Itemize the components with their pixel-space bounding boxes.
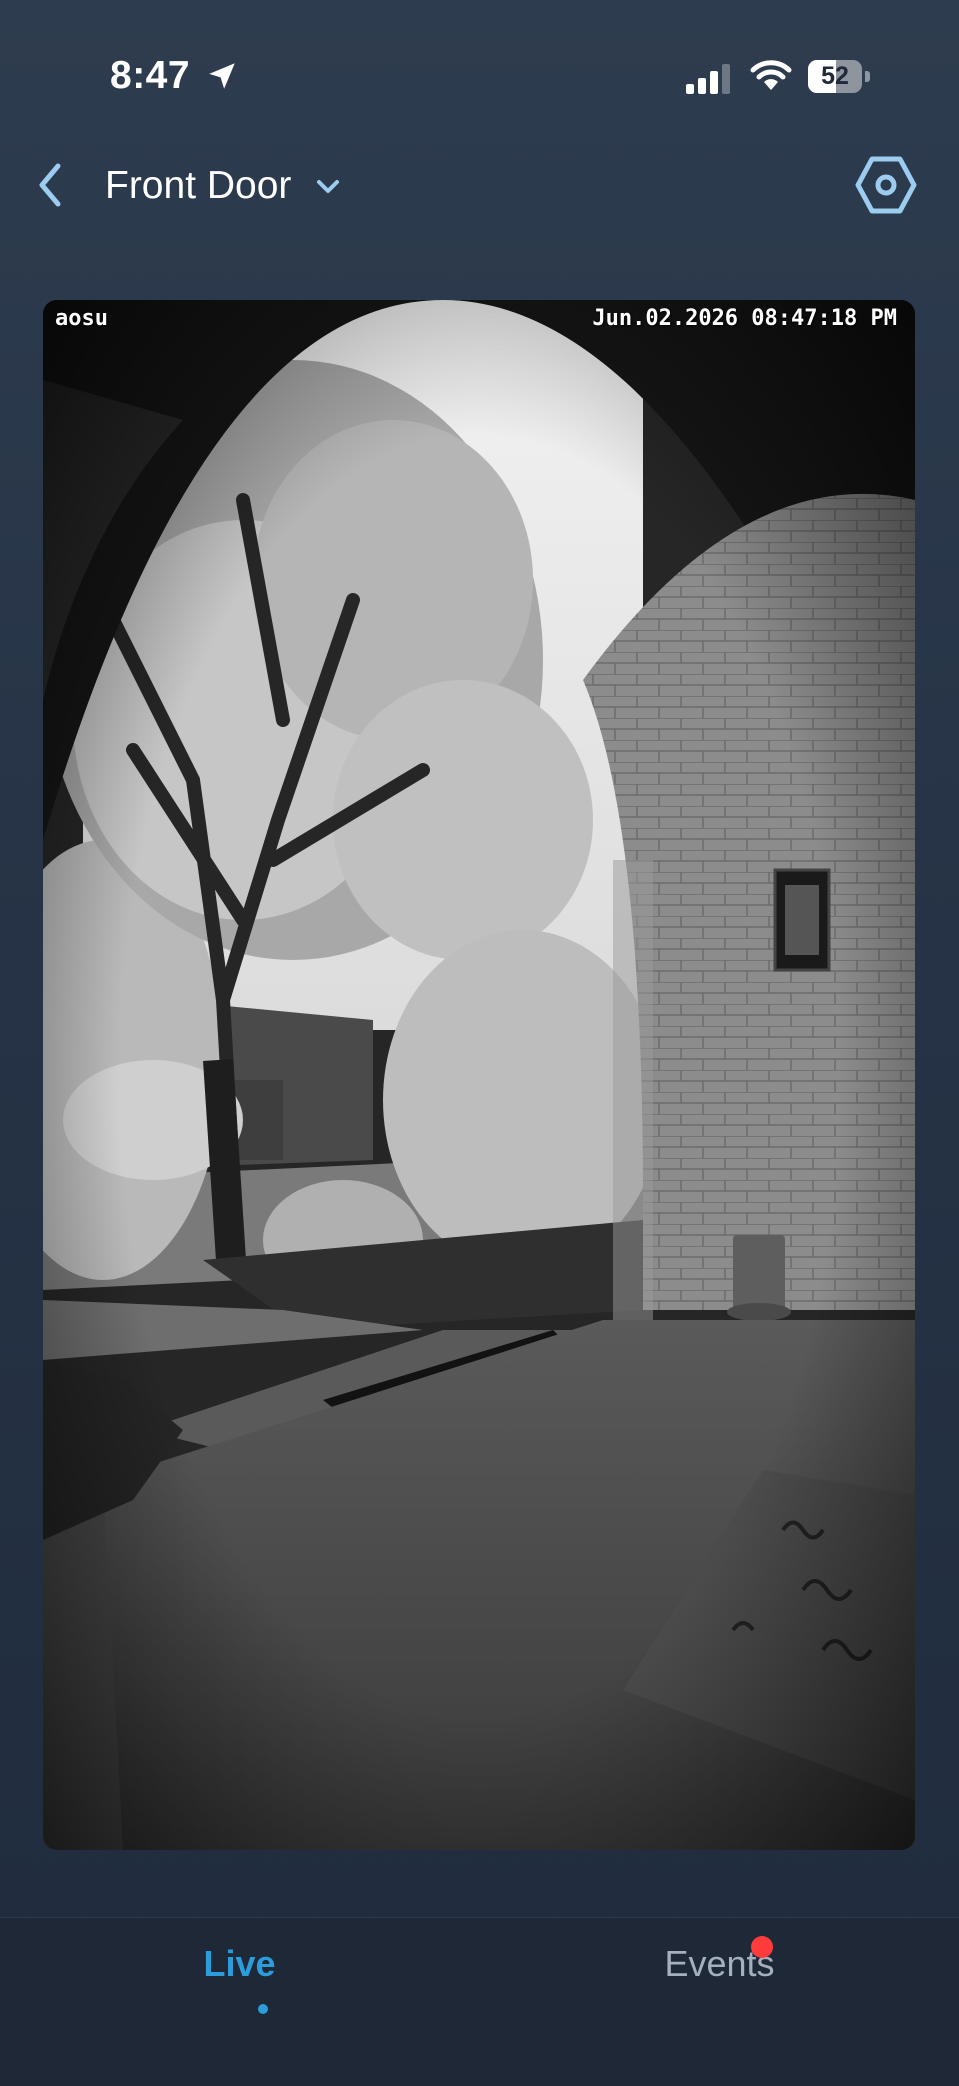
wifi-icon [750, 60, 792, 90]
location-arrow-icon [209, 63, 235, 89]
cellular-signal-icon [686, 64, 730, 94]
battery-level: 52 [821, 62, 849, 90]
tab-live-label: Live [203, 1943, 276, 1984]
live-view-screen: { "status_bar": { "time": "8:47", "batte… [0, 0, 959, 2086]
camera-timestamp: Jun.02.2026 08:47:18 PM [592, 306, 897, 331]
status-bar: 8:47 52 [0, 0, 959, 150]
device-title: Front Door [105, 164, 292, 207]
bottom-tab-bar: Live Events [0, 1917, 959, 2086]
battery-icon: 52 [808, 60, 870, 93]
tab-events-label: Events [664, 1943, 775, 1984]
camera-brand-label: aosu [55, 306, 108, 331]
device-selector[interactable]: Front Door [105, 158, 343, 214]
tab-live[interactable]: Live [0, 1918, 479, 2048]
chevron-left-icon [39, 163, 61, 207]
settings-button[interactable] [852, 151, 920, 219]
status-time: 8:47 [110, 54, 191, 97]
camera-scene-image [43, 300, 915, 1850]
notification-badge [751, 1936, 773, 1958]
chevron-down-icon [317, 180, 340, 193]
hexagon-gear-icon [855, 156, 917, 214]
header: Front Door [0, 140, 959, 230]
camera-live-feed[interactable]: aosu Jun.02.2026 08:47:18 PM [43, 300, 915, 1850]
back-button[interactable] [28, 154, 82, 216]
tab-events[interactable]: Events [480, 1918, 959, 2048]
active-tab-indicator [258, 2004, 268, 2014]
